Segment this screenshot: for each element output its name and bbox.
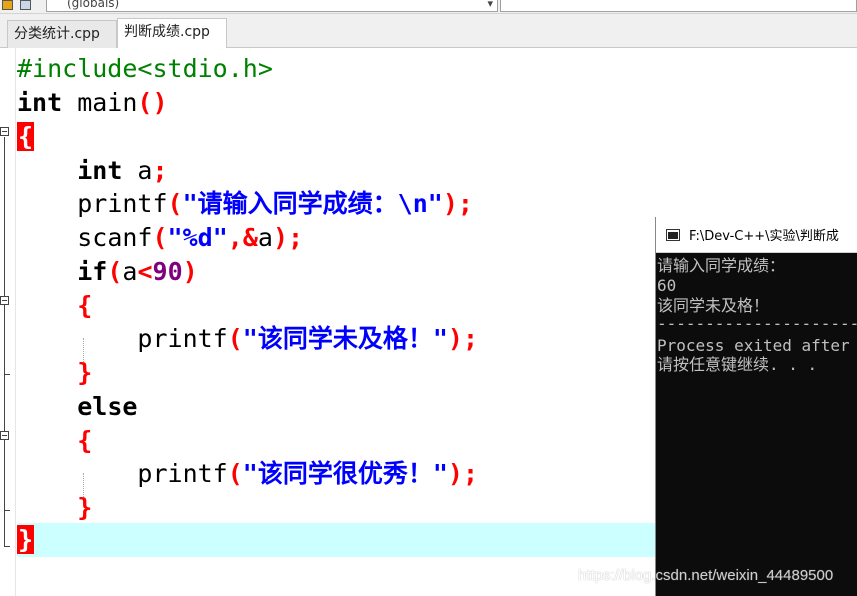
identifier: printf <box>77 189 168 218</box>
symbol: ( <box>227 324 243 353</box>
keyword: int <box>77 156 123 185</box>
console-titlebar[interactable]: F:\Dev-C++\实验\判断成 <box>656 217 857 253</box>
scope-combo[interactable]: (globals) ▾ <box>46 0 498 12</box>
symbol: ); <box>272 223 304 252</box>
fold-end-tick <box>4 546 10 547</box>
console-line: 60 <box>657 276 677 295</box>
fold-end-tick <box>4 510 10 511</box>
fold-toggle-icon[interactable] <box>0 431 9 440</box>
editor-tabbar: 分类统计.cpp 判断成绩.cpp <box>0 14 857 49</box>
fold-end-tick <box>4 374 10 375</box>
symbol: { <box>77 426 93 455</box>
symbol: ); <box>442 189 473 218</box>
watermark: https://blog.csdn.net/weixin_44489500 <box>578 567 834 584</box>
identifier: printf <box>137 324 228 353</box>
preprocessor-directive: #include<stdio.h> <box>17 54 273 83</box>
console-line: 请按任意键继续. . . <box>657 355 818 374</box>
symbol: ( <box>227 459 243 488</box>
fold-line <box>4 137 5 546</box>
symbol: ); <box>447 459 479 488</box>
string-literal: "%d" <box>167 223 228 252</box>
fold-toggle-icon[interactable] <box>0 296 9 305</box>
identifier: a <box>257 223 273 252</box>
console-line: ---------------------- <box>657 314 857 333</box>
string-literal: "请输入同学成绩：\n" <box>182 189 443 218</box>
code-line-5: printf("请输入同学成绩：\n"); <box>17 187 857 221</box>
symbol: } <box>77 358 93 387</box>
scope-combo-value: (globals) <box>67 0 120 10</box>
identifier: a <box>122 156 153 185</box>
identifier: main <box>62 88 138 117</box>
symbol: } <box>77 493 93 522</box>
console-title: F:\Dev-C++\实验\判断成 <box>689 229 839 244</box>
console-app-icon <box>666 229 680 241</box>
number-literal: 90 <box>152 257 183 286</box>
chevron-down-icon[interactable]: ▾ <box>487 0 493 12</box>
symbol: () <box>137 88 168 117</box>
identifier: a <box>122 257 138 286</box>
symbol: { <box>77 291 93 320</box>
symbol: ( <box>167 189 183 218</box>
console-output: 请输入同学成绩： 60 该同学未及格！ --------------------… <box>656 253 857 596</box>
code-line-4: int a; <box>17 154 857 188</box>
keyword: else <box>77 392 138 421</box>
string-literal: "该同学很优秀！" <box>242 459 448 488</box>
identifier: printf <box>137 459 228 488</box>
keyword: if <box>77 257 108 286</box>
identifier: scanf <box>77 223 153 252</box>
fold-toggle-icon[interactable] <box>0 127 9 136</box>
save-icon[interactable] <box>2 0 13 10</box>
console-line: 该同学未及格！ <box>657 296 770 315</box>
symbol: ; <box>152 156 168 185</box>
symbol-combo[interactable] <box>500 0 857 12</box>
symbol: < <box>137 257 153 286</box>
symbol: ); <box>447 324 479 353</box>
tab-category-stats[interactable]: 分类统计.cpp <box>7 20 117 48</box>
tab-judge-grade[interactable]: 判断成绩.cpp <box>117 18 227 49</box>
symbol: ,& <box>227 223 258 252</box>
code-line-2: int main() <box>17 86 857 120</box>
string-literal: "该同学未及格！" <box>242 324 448 353</box>
toolbar: (globals) ▾ <box>0 0 857 14</box>
console-line: 请输入同学成绩： <box>657 256 786 275</box>
matched-brace: } <box>17 525 35 554</box>
code-line-3: { <box>17 120 857 154</box>
keyword: int <box>17 88 63 117</box>
symbol: ( <box>107 257 123 286</box>
console-window[interactable]: F:\Dev-C++\实验\判断成 请输入同学成绩： 60 该同学未及格！ --… <box>655 217 857 596</box>
symbol: ( <box>152 223 168 252</box>
clipboard-icon[interactable] <box>20 0 31 10</box>
symbol: ) <box>182 257 198 286</box>
code-line-1: #include<stdio.h> <box>17 52 857 86</box>
fold-gutter <box>0 48 16 596</box>
matched-brace: { <box>17 122 35 151</box>
console-line: Process exited after <box>657 336 850 355</box>
